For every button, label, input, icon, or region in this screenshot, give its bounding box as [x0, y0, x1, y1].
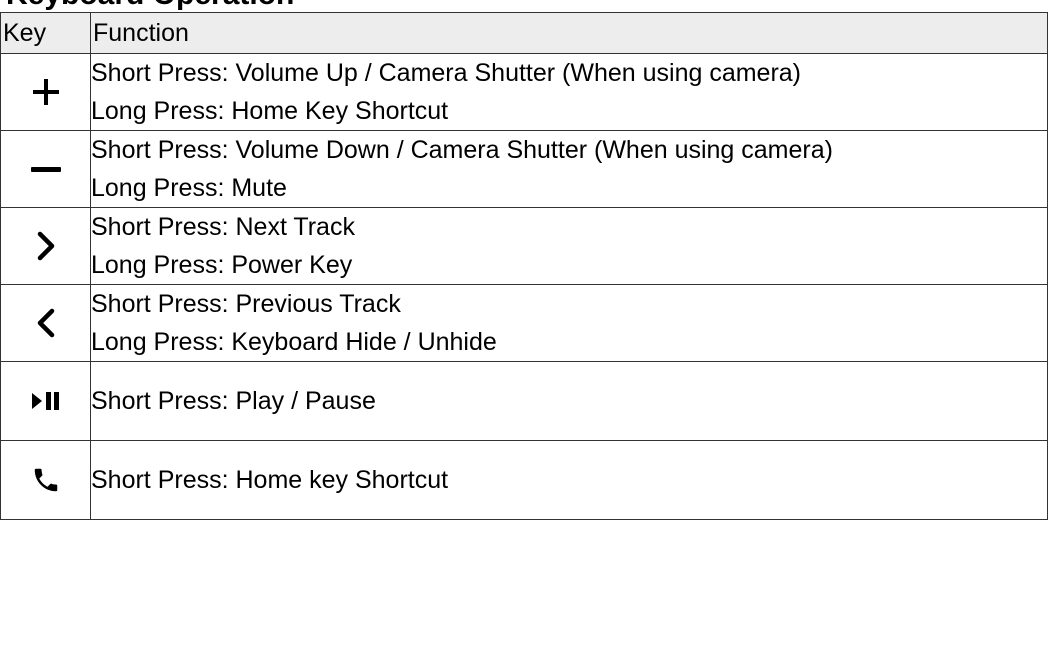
function-cell: Short Press: Volume Up / Camera Shutter … — [90, 53, 1048, 131]
table-row: Short Press: Play / Pause — [0, 361, 1048, 441]
chevron-left-icon — [37, 308, 54, 338]
function-cell: Short Press: Volume Down / Camera Shutte… — [90, 130, 1048, 208]
function-cell: Short Press: Next Track Long Press: Powe… — [90, 207, 1048, 285]
header-key: Key — [0, 12, 91, 54]
function-line: Short Press: Next Track — [91, 213, 355, 241]
header-function: Function — [90, 12, 1048, 54]
phone-icon — [34, 468, 57, 492]
function-cell: Short Press: Previous Track Long Press: … — [90, 284, 1048, 362]
table-header-row: Key Function — [0, 12, 1048, 54]
plus-icon — [32, 79, 59, 105]
key-cell — [0, 130, 91, 208]
key-cell — [0, 440, 91, 520]
key-cell — [0, 284, 91, 362]
table-row: Short Press: Volume Up / Camera Shutter … — [0, 53, 1048, 131]
page-title: Keyboard Operation — [6, 0, 294, 12]
key-cell — [0, 53, 91, 131]
function-line: Long Press: Keyboard Hide / Unhide — [91, 328, 497, 356]
table-row: Short Press: Volume Down / Camera Shutte… — [0, 130, 1048, 208]
table-row: Short Press: Previous Track Long Press: … — [0, 284, 1048, 362]
function-line: Short Press: Play / Pause — [91, 387, 376, 415]
table-row: Short Press: Next Track Long Press: Powe… — [0, 207, 1048, 285]
function-cell: Short Press: Home key Shortcut — [90, 440, 1048, 520]
function-line: Short Press: Previous Track — [91, 290, 401, 318]
title-clip: Keyboard Operation — [0, 0, 1048, 12]
function-line: Short Press: Volume Up / Camera Shutter … — [91, 59, 802, 87]
function-line: Long Press: Home Key Shortcut — [91, 97, 449, 125]
chevron-right-icon — [37, 231, 54, 261]
key-function-table: Key Function Short Press: Volume Up / Ca… — [0, 12, 1048, 520]
play-pause-icon — [31, 392, 59, 410]
function-line: Long Press: Mute — [91, 174, 287, 202]
function-line: Short Press: Home key Shortcut — [91, 466, 449, 494]
key-cell — [0, 361, 91, 441]
function-line: Short Press: Volume Down / Camera Shutte… — [91, 136, 833, 164]
minus-icon — [30, 167, 61, 172]
key-cell — [0, 207, 91, 285]
function-cell: Short Press: Play / Pause — [90, 361, 1048, 441]
table-row: Short Press: Home key Shortcut — [0, 440, 1048, 520]
function-line: Long Press: Power Key — [91, 251, 353, 279]
